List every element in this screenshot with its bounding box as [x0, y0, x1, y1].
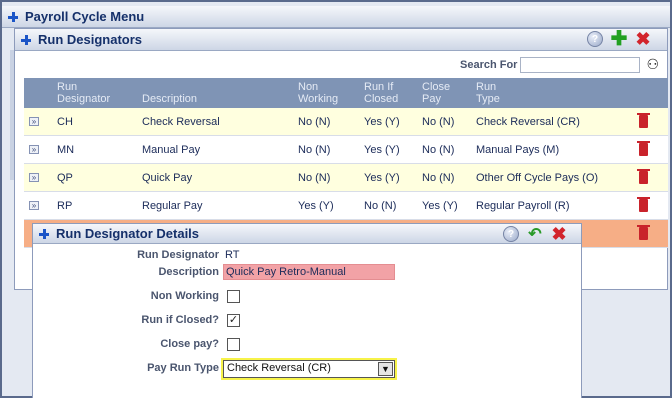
payroll-cycle-menu-bar[interactable]: Payroll Cycle Menu	[2, 6, 670, 28]
column-header-description[interactable]: Description	[142, 81, 197, 105]
field-close-pay: Close pay?	[33, 335, 581, 355]
cell-non-working: No (N)	[298, 144, 331, 156]
trash-icon[interactable]	[637, 197, 650, 212]
run-designator-label: Run Designator	[137, 249, 219, 261]
help-icon[interactable]: ?	[587, 31, 603, 47]
undo-icon[interactable]: ↶	[527, 226, 543, 243]
grid-header: Run Designator Description Non Working R…	[24, 78, 668, 108]
expand-row-icon[interactable]: »	[29, 201, 39, 210]
pay-run-type-select[interactable]: Check Reversal (CR) ▼	[223, 360, 395, 378]
cell-run-type: Check Reversal (CR)	[476, 116, 580, 128]
table-row[interactable]: » MN Manual Pay No (N) Yes (Y) No (N) Ma…	[24, 136, 668, 164]
cell-non-working: No (N)	[298, 172, 331, 184]
expand-row-icon[interactable]: »	[29, 173, 39, 182]
payroll-cycle-menu-title: Payroll Cycle Menu	[25, 9, 145, 24]
close-icon[interactable]: ✖	[551, 225, 567, 243]
trash-icon[interactable]	[637, 141, 650, 156]
run-designator-value: RT	[225, 249, 240, 261]
table-row[interactable]: » RP Regular Pay Yes (Y) No (N) Yes (Y) …	[24, 192, 668, 220]
cell-code: QP	[57, 172, 73, 184]
cell-run-if-closed: No (N)	[364, 200, 397, 212]
chevron-down-icon[interactable]: ▼	[378, 362, 393, 376]
cell-description: Check Reversal	[142, 116, 220, 128]
run-designators-title: Run Designators	[38, 32, 143, 47]
search-input[interactable]	[520, 56, 641, 73]
expand-row-icon[interactable]: »	[29, 145, 39, 154]
run-designators-header: Run Designators	[15, 29, 667, 51]
expand-plus-icon[interactable]	[7, 11, 19, 23]
cell-code: MN	[57, 144, 75, 156]
column-header-close-pay[interactable]: Close Pay	[422, 81, 450, 105]
binoculars-icon[interactable]: ⚇	[646, 56, 659, 73]
close-pay-label: Close pay?	[160, 338, 219, 350]
cell-run-type: Regular Payroll (R)	[476, 200, 570, 212]
cell-code: RP	[57, 200, 73, 212]
cell-description: Manual Pay	[142, 144, 201, 156]
cell-description: Regular Pay	[142, 200, 203, 212]
column-header-non-working[interactable]: Non Working	[298, 81, 338, 105]
column-header-run-designator[interactable]: Run Designator	[57, 81, 110, 105]
cell-non-working: No (N)	[298, 116, 331, 128]
expand-plus-icon[interactable]	[20, 34, 32, 46]
pay-run-type-value: Check Reversal (CR)	[227, 362, 331, 374]
description-label: Description	[158, 266, 219, 278]
run-if-closed-checkbox[interactable]: ✓	[227, 314, 240, 327]
cell-run-type: Other Off Cycle Pays (O)	[476, 172, 599, 184]
column-header-run-type[interactable]: Run Type	[476, 81, 500, 105]
cell-close-pay: No (N)	[422, 116, 455, 128]
add-icon[interactable]: ✚	[611, 29, 628, 49]
trash-icon[interactable]	[637, 169, 650, 184]
table-row[interactable]: » QP Quick Pay No (N) Yes (Y) No (N) Oth…	[24, 164, 668, 192]
cell-non-working: Yes (Y)	[298, 200, 334, 212]
cell-close-pay: No (N)	[422, 172, 455, 184]
cell-run-if-closed: Yes (Y)	[364, 144, 400, 156]
expand-plus-icon[interactable]	[38, 228, 50, 240]
trash-icon[interactable]	[637, 113, 650, 128]
help-icon[interactable]: ?	[503, 226, 519, 242]
cell-code: CH	[57, 116, 73, 128]
details-title: Run Designator Details	[56, 226, 200, 241]
cell-run-if-closed: Yes (Y)	[364, 116, 400, 128]
search-label: Search For	[460, 58, 518, 71]
close-pay-checkbox[interactable]	[227, 338, 240, 351]
description-input[interactable]: Quick Pay Retro-Manual	[223, 264, 395, 280]
payroll-window: Payroll Cycle Menu Run Designators ? ✚ ✖…	[0, 0, 672, 398]
cell-close-pay: No (N)	[422, 144, 455, 156]
column-header-run-if-closed[interactable]: Run If Closed	[364, 81, 398, 105]
non-working-checkbox[interactable]	[227, 290, 240, 303]
cell-run-type: Manual Pays (M)	[476, 144, 560, 156]
run-designator-details-dialog: Run Designator Details ? ↶ ✖ Run Designa…	[32, 223, 582, 398]
field-run-if-closed: Run if Closed? ✓	[33, 311, 581, 331]
trash-icon[interactable]	[637, 225, 650, 240]
run-if-closed-label: Run if Closed?	[141, 314, 219, 326]
cell-close-pay: Yes (Y)	[422, 200, 458, 212]
search-bar: Search For ⚇	[460, 56, 659, 73]
cell-run-if-closed: Yes (Y)	[364, 172, 400, 184]
expand-row-icon[interactable]: »	[29, 117, 39, 126]
field-non-working: Non Working	[33, 287, 581, 307]
table-row[interactable]: » CH Check Reversal No (N) Yes (Y) No (N…	[24, 108, 668, 136]
cell-description: Quick Pay	[142, 172, 193, 184]
field-description: Description Quick Pay Retro-Manual	[33, 263, 581, 283]
field-pay-run-type: Pay Run Type Check Reversal (CR) ▼	[33, 358, 581, 380]
non-working-label: Non Working	[150, 290, 219, 302]
delete-icon[interactable]: ✖	[635, 30, 651, 48]
pay-run-type-highlight: Check Reversal (CR) ▼	[221, 358, 397, 380]
pay-run-type-label: Pay Run Type	[147, 362, 219, 374]
details-header: Run Designator Details	[33, 224, 581, 244]
